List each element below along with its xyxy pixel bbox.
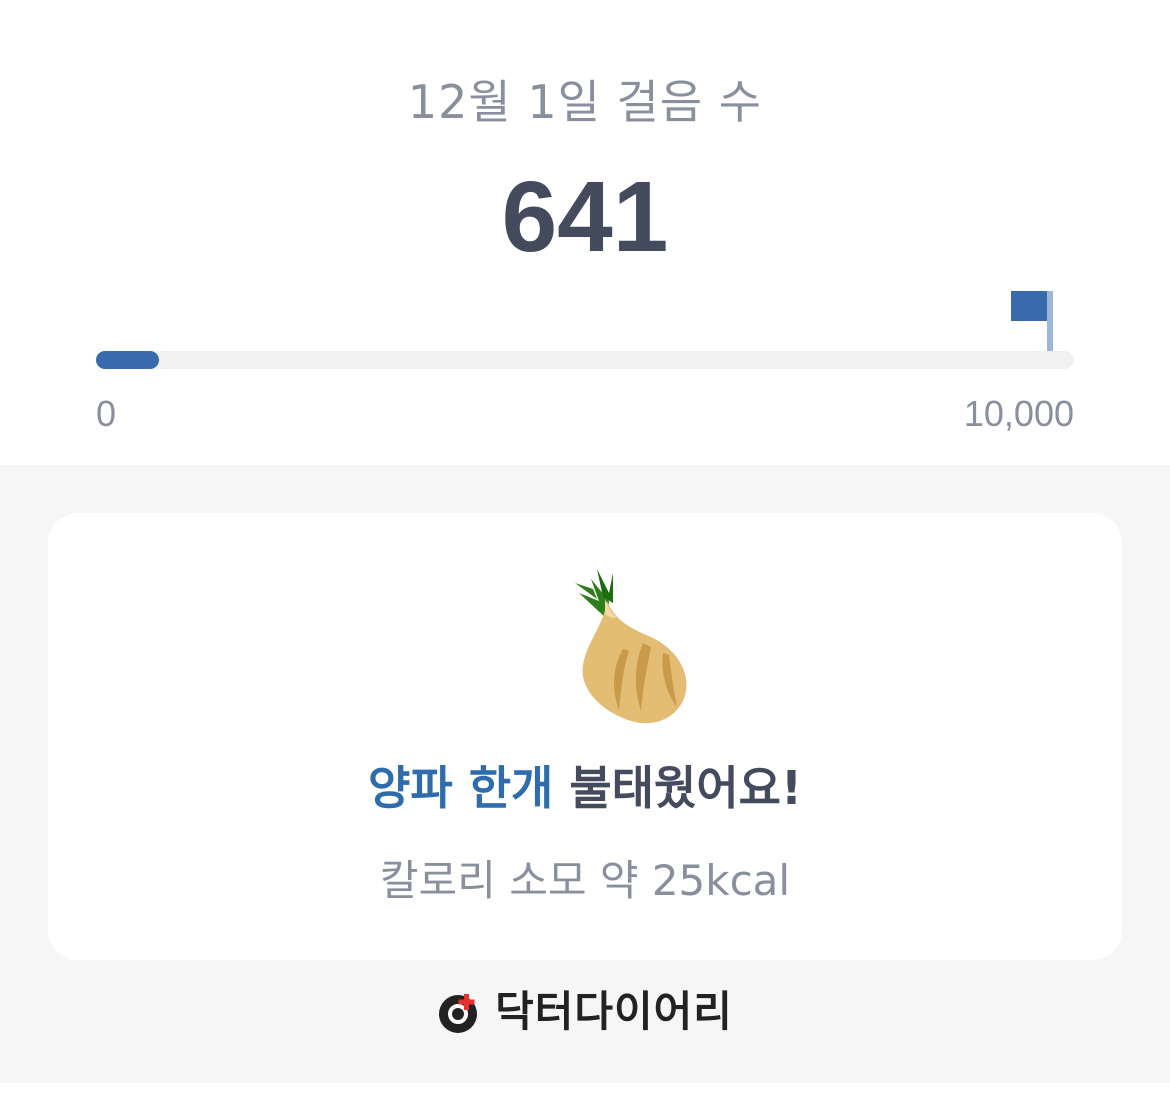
- steps-section: 12월 1일 걸음 수 641 0 10,000: [0, 0, 1170, 465]
- onion-icon: [575, 569, 687, 724]
- doctor-diary-logo-icon: [439, 994, 478, 1033]
- calorie-text: 칼로리 소모 약 25kcal: [379, 856, 791, 905]
- date-title: 12월 1일 걸음 수: [407, 75, 763, 129]
- step-summary-page: 12월 1일 걸음 수 641 0 10,000 양파 한개 불태웠어요! 칼로…: [0, 0, 1170, 1113]
- brand-footer: 닥터다이어리: [0, 987, 1170, 1037]
- goal-flag-icon: [1011, 291, 1055, 351]
- steps-count: 641: [501, 161, 669, 273]
- burn-card: 양파 한개 불태웠어요! 칼로리 소모 약 25kcal: [48, 513, 1122, 960]
- bottom-strip: [0, 1083, 1170, 1113]
- progress-scale-max: 10,000: [963, 393, 1074, 434]
- burn-message: 양파 한개 불태웠어요!: [48, 758, 1122, 818]
- brand-name: 닥터다이어리: [495, 987, 733, 1036]
- progress-scale-min: 0: [96, 393, 117, 434]
- goal-flag-pole: [1047, 291, 1053, 351]
- burn-section: 양파 한개 불태웠어요! 칼로리 소모 약 25kcal 닥터다이어리: [0, 465, 1170, 1083]
- burn-message-suffix: 불태웠어요!: [553, 761, 802, 815]
- steps-progress-fill: [96, 351, 159, 369]
- burn-food-name: 양파 한개: [368, 761, 554, 815]
- steps-progress-bar: [96, 351, 1074, 369]
